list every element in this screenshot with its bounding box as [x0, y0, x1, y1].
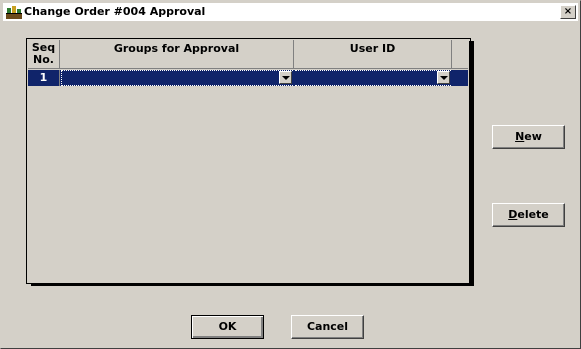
column-header-user-id-label: User ID — [349, 42, 396, 55]
column-header-groups[interactable]: Groups for Approval — [60, 40, 294, 69]
table-row[interactable]: 1 — [28, 70, 468, 86]
grid-header: Seq No. Groups for Approval User ID — [28, 40, 468, 69]
delete-button-label: elete — [517, 208, 549, 221]
column-header-groups-label: Groups for Approval — [113, 42, 240, 55]
close-button[interactable]: × — [560, 5, 576, 19]
chevron-down-icon[interactable] — [437, 71, 450, 84]
seq-cell: 1 — [28, 70, 60, 86]
approval-dialog: Change Order #004 Approval × Seq No. Gro… — [0, 0, 581, 349]
ok-button[interactable]: OK — [191, 315, 264, 339]
new-button[interactable]: New — [492, 125, 565, 149]
delete-button[interactable]: Delete — [492, 203, 565, 227]
new-button-label: ew — [524, 130, 542, 143]
title-bar: Change Order #004 Approval × — [3, 3, 578, 21]
column-header-seq[interactable]: Seq No. — [28, 40, 60, 69]
row-spacer — [452, 70, 468, 86]
column-header-spacer — [452, 40, 468, 69]
column-header-seq-line2: No. — [33, 53, 54, 66]
new-button-mnemonic: N — [515, 130, 525, 143]
chevron-down-icon[interactable] — [279, 71, 292, 84]
close-icon: × — [563, 6, 573, 17]
user-id-dropdown[interactable] — [295, 70, 451, 86]
app-icon — [6, 6, 22, 19]
cancel-button[interactable]: Cancel — [291, 315, 364, 339]
window-title: Change Order #004 Approval — [24, 5, 206, 18]
delete-button-mnemonic: D — [508, 208, 518, 221]
column-header-user-id[interactable]: User ID — [294, 40, 452, 69]
group-dropdown[interactable] — [61, 70, 293, 86]
